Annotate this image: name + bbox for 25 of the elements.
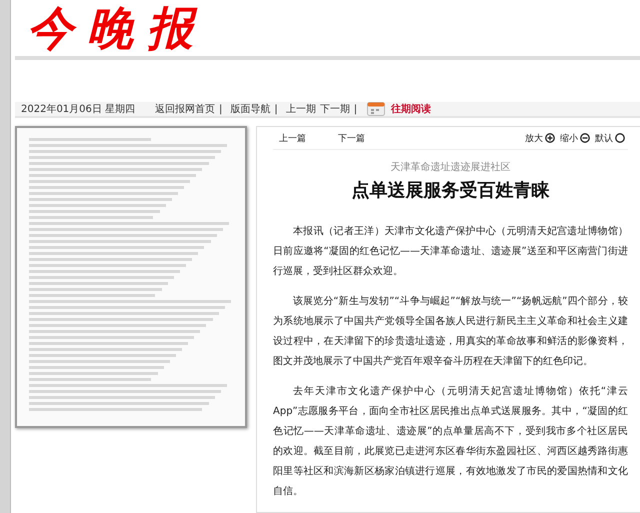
nav-link[interactable]: 返回报网首页 [155,102,215,116]
zoom-link[interactable]: 缩小 [560,132,578,144]
issue-date: 2022年01月06日 星期四 [21,102,136,116]
zoom-out-icon[interactable] [580,133,590,143]
reset-icon[interactable] [615,133,625,143]
nav-link[interactable]: 上一期 [286,102,316,116]
zoom-in-icon[interactable] [545,133,555,143]
newspaper-page-image[interactable] [15,126,247,428]
nav-link[interactable]: 版面导航 [230,102,270,116]
separator-text: | [354,104,358,114]
zoom-link[interactable]: 默认 [595,132,613,144]
article-subtitle: 天津革命遗址遗迹展进社区 [390,160,512,174]
newspaper-logo: 今晚报 [27,0,207,56]
article-paragraph: 该展览分“新生与发轫”“斗争与崛起”“解放与统一”“扬帆远航”四个部分，较为系统地展示了中国共产党领导全国各族人民进行新民主主义革命和社会主义建设过程中，在天津留下的珍贵遗址遗迹，用真实的革命故事和鲜活的影像资料，图文并茂地展示了中国共产党百年艰辛奋斗历程在天津留下的红色印记。 [273,294,628,369]
separator-text: | [274,104,278,114]
archive-link[interactable]: 往期阅读 [391,102,432,116]
article-title: 点单送展服务受百姓青睐 [350,179,550,202]
calendar-icon[interactable] [367,102,386,116]
zoom-link[interactable]: 放大 [525,132,543,144]
nav-link[interactable]: 下一期 [320,102,350,116]
previous-article-link[interactable]: 上一篇 [279,132,306,144]
article-paragraph: 本报讯（记者王洋）天津市文化遗产保护中心（元明清天妃宫遗址博物馆）日前应邀将“凝固的红色记忆——天津革命遗址、遗迹展”送至和平区南营门街进行巡展，受到社区群众欢迎。 [273,224,628,279]
separator-text: | [219,104,222,114]
next-article-link[interactable]: 下一篇 [338,132,365,144]
article-paragraph: 去年天津市文化遗产保护中心（元明清天妃宫遗址博物馆）依托“津云App”志愿服务平台，面向全市社区居民推出点单式送展服务。其中，“凝固的红色记忆——天津革命遗址、遗迹展”的点单量居高不下，受到我市多个社区居民的欢迎。截至目前，此展览已走进河东区春华街东盈园社区、河西区越秀路街惠阳里等社区和滨海新区杨家泊镇进行巡展，有效地激发了市民的爱国热情和文化自信。 [273,384,628,499]
